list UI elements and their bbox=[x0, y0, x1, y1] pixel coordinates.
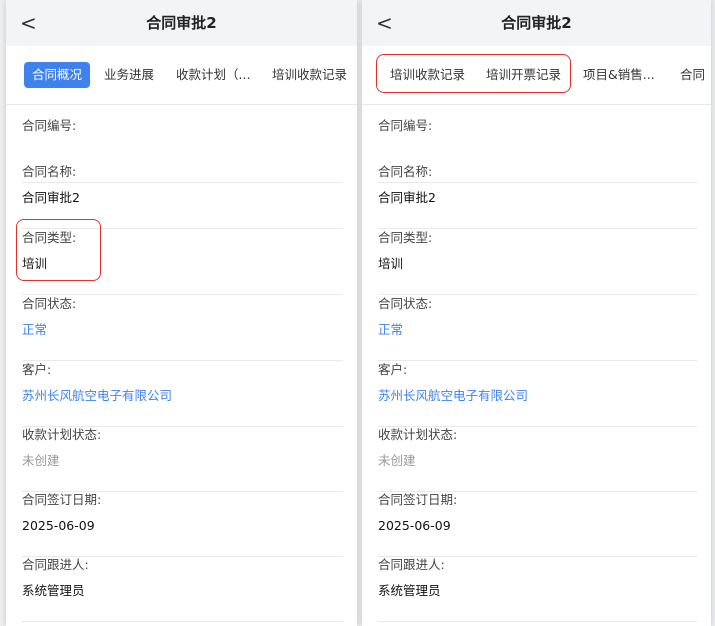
field-value: 未创建 bbox=[378, 453, 416, 468]
field-contract-type: 合同类型: 培训 bbox=[22, 229, 343, 295]
field-signing-date: 合同签订日期: 2025-06-09 bbox=[22, 491, 343, 557]
right-screen: < 合同审批2 培训收款记录 培训开票记录 项目&销售... 合同 合同编号: … bbox=[362, 0, 711, 626]
field-label: 合同编号: bbox=[378, 118, 433, 133]
field-label: 合同签订日期: bbox=[378, 492, 458, 507]
field-contract-type: 合同类型: 培训 bbox=[378, 229, 697, 295]
field-label: 合同签订日期: bbox=[22, 492, 102, 507]
field-signing-date: 合同签订日期: 2025-06-09 bbox=[378, 491, 697, 557]
field-value[interactable]: 正常 bbox=[378, 321, 403, 339]
field-label: 合同编号: bbox=[22, 118, 77, 133]
tab-contract-more[interactable]: 合同 bbox=[680, 63, 705, 87]
field-label: 收款计划状态: bbox=[22, 427, 102, 442]
field-label: 合同类型: bbox=[378, 230, 433, 245]
left-screen: < 合同审批2 合同概况 业务进展 收款计划（... 培训收款记录 合同编号: … bbox=[6, 0, 357, 626]
tab-contract-overview[interactable]: 合同概况 bbox=[24, 62, 91, 88]
tab-business-progress[interactable]: 业务进展 bbox=[104, 63, 154, 87]
field-value: 2025-06-09 bbox=[22, 518, 95, 533]
tab-training-invoices[interactable]: 培训开票记录 bbox=[486, 63, 561, 87]
page-title: 合同审批2 bbox=[146, 14, 217, 32]
field-value: 培训 bbox=[22, 256, 48, 271]
nav-header: < 合同审批2 bbox=[362, 0, 711, 46]
field-label: 合同名称: bbox=[378, 164, 433, 179]
field-label: 合同名称: bbox=[22, 164, 77, 179]
field-customer: 客户: 苏州长风航空电子有限公司 bbox=[378, 361, 697, 427]
customer-link[interactable]: 苏州长风航空电子有限公司 bbox=[22, 387, 172, 405]
field-customer: 客户: 苏州长风航空电子有限公司 bbox=[22, 361, 343, 427]
field-label: 合同跟进人: bbox=[22, 557, 89, 572]
tab-training-receipts[interactable]: 培训收款记录 bbox=[390, 63, 465, 87]
field-label: 客户: bbox=[378, 362, 408, 377]
field-label: 合同状态: bbox=[22, 296, 77, 311]
field-value: 合同审批2 bbox=[22, 190, 80, 205]
field-value: 合同审批2 bbox=[378, 190, 436, 205]
field-contract-name: 合同名称: 合同审批2 bbox=[22, 163, 343, 229]
field-value: 2025-06-09 bbox=[378, 518, 451, 533]
field-contract-status: 合同状态: 正常 bbox=[378, 295, 697, 361]
page-title: 合同审批2 bbox=[501, 14, 572, 32]
field-label: 合同类型: bbox=[22, 230, 77, 245]
field-follow-up-person: 合同跟进人: 系统管理员 bbox=[22, 556, 343, 622]
customer-link[interactable]: 苏州长风航空电子有限公司 bbox=[378, 387, 528, 405]
nav-header: < 合同审批2 bbox=[6, 0, 357, 46]
tab-training-receipts[interactable]: 培训收款记录 bbox=[272, 63, 347, 87]
field-value: 系统管理员 bbox=[378, 583, 441, 598]
tab-bar: 培训收款记录 培训开票记录 项目&销售... 合同 bbox=[362, 46, 711, 105]
field-label: 合同跟进人: bbox=[378, 557, 445, 572]
tab-project-sales[interactable]: 项目&销售... bbox=[583, 63, 655, 87]
field-value: 未创建 bbox=[22, 453, 60, 468]
field-collection-plan-status: 收款计划状态: 未创建 bbox=[22, 426, 343, 492]
field-value[interactable]: 正常 bbox=[22, 321, 47, 339]
field-label: 客户: bbox=[22, 362, 52, 377]
tab-collection-plan[interactable]: 收款计划（... bbox=[176, 63, 250, 87]
field-contract-status: 合同状态: 正常 bbox=[22, 295, 343, 361]
tab-bar: 合同概况 业务进展 收款计划（... 培训收款记录 bbox=[6, 46, 357, 105]
field-value: 培训 bbox=[378, 256, 404, 271]
field-follow-up-person: 合同跟进人: 系统管理员 bbox=[378, 556, 697, 622]
field-collection-plan-status: 收款计划状态: 未创建 bbox=[378, 426, 697, 492]
field-label: 收款计划状态: bbox=[378, 427, 458, 442]
field-label: 合同状态: bbox=[378, 296, 433, 311]
field-contract-name: 合同名称: 合同审批2 bbox=[378, 163, 697, 229]
field-value: 系统管理员 bbox=[22, 583, 85, 598]
